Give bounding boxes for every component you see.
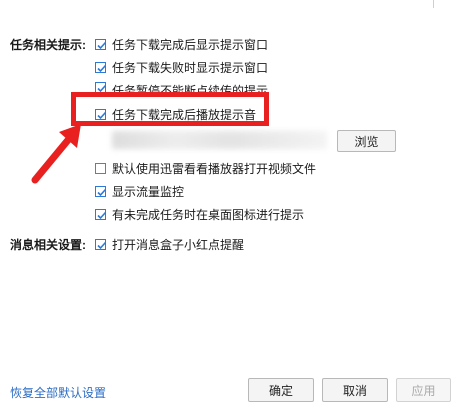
- check-icon: [97, 241, 107, 249]
- task-item-label: 任务下载失败时显示提示窗口: [112, 60, 269, 75]
- check-icon: [97, 84, 107, 92]
- restore-defaults-link[interactable]: 恢复全部默认设置: [10, 384, 106, 401]
- checkbox-no-resume-warning[interactable]: [95, 82, 107, 92]
- checkbox-traffic-monitor[interactable]: [95, 185, 107, 197]
- cancel-button[interactable]: 取消: [322, 378, 388, 402]
- checkbox-show-complete-window[interactable]: [95, 38, 107, 50]
- browse-button[interactable]: 浏览: [337, 130, 396, 152]
- task-item-2[interactable]: 任务暂停不能断点续传的提示: [95, 82, 268, 92]
- option-0[interactable]: 默认使用迅雷看看播放器打开视频文件: [95, 160, 316, 176]
- option-label: 默认使用迅雷看看播放器打开视频文件: [112, 161, 317, 176]
- check-icon: [97, 188, 107, 196]
- option-1[interactable]: 显示流量监控: [95, 183, 184, 199]
- check-icon: [97, 41, 107, 49]
- task-item-3[interactable]: 任务下载完成后播放提示音: [95, 106, 256, 122]
- task-item-0[interactable]: 任务下载完成后显示提示窗口: [95, 36, 268, 52]
- sound-file-path-field[interactable]: [112, 131, 327, 149]
- option-2[interactable]: 有未完成任务时在桌面图标进行提示: [95, 206, 304, 222]
- task-item-label: 任务下载完成后播放提示音: [112, 107, 257, 122]
- task-item-label: 任务下载完成后显示提示窗口: [112, 37, 269, 52]
- annotation-arrow-icon: [31, 124, 81, 184]
- checkbox-desktop-icon-hint[interactable]: [95, 208, 107, 220]
- task-item-label: 任务暂停不能断点续传的提示: [112, 84, 269, 92]
- top-right-divider: [433, 0, 434, 8]
- check-icon: [97, 64, 107, 72]
- checkbox-play-sound[interactable]: [95, 108, 107, 120]
- ok-button[interactable]: 确定: [248, 378, 314, 402]
- check-icon: [97, 211, 107, 219]
- message-section-label: 消息相关设置:: [10, 238, 86, 252]
- message-item-0[interactable]: 打开消息盒子小红点提醒: [95, 236, 244, 252]
- checkbox-red-dot-reminder[interactable]: [95, 238, 107, 250]
- task-section-label: 任务相关提示:: [10, 38, 86, 52]
- task-item-1[interactable]: 任务下载失败时显示提示窗口: [95, 59, 268, 75]
- check-icon: [97, 111, 107, 119]
- option-label: 显示流量监控: [112, 184, 185, 199]
- option-label: 有未完成任务时在桌面图标进行提示: [112, 207, 305, 222]
- message-item-label: 打开消息盒子小红点提醒: [112, 237, 245, 252]
- checkbox-show-fail-window[interactable]: [95, 61, 107, 73]
- apply-button[interactable]: 应用: [396, 378, 451, 402]
- checkbox-default-kankan-player[interactable]: [95, 162, 106, 174]
